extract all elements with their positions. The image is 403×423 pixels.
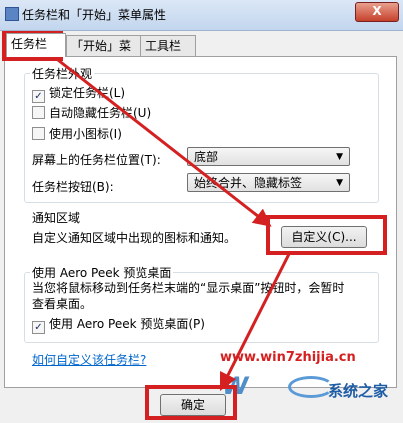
arrow-to-customize <box>57 58 272 227</box>
annotation-arrows <box>57 58 292 392</box>
arrow-to-ok <box>219 251 292 392</box>
tab-taskbar[interactable]: 任务栏 <box>6 33 66 57</box>
